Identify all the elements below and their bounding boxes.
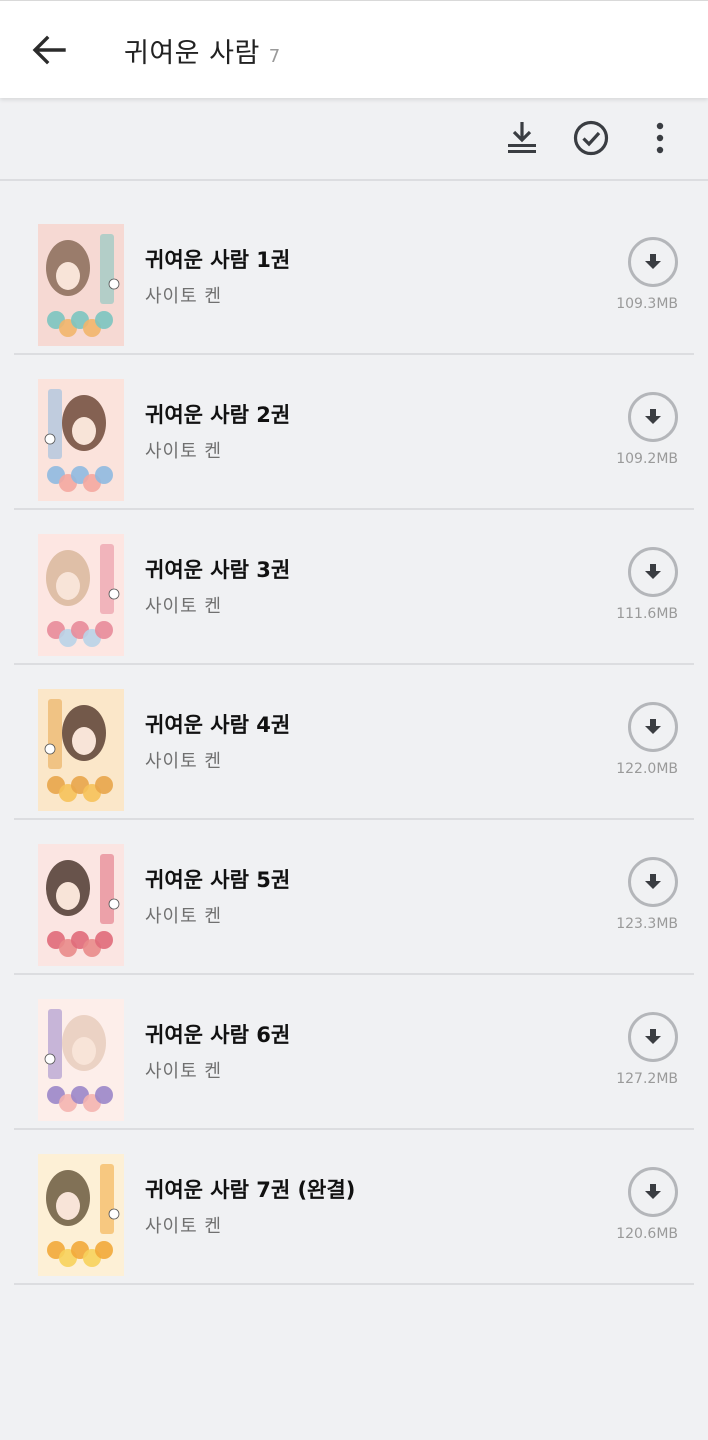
cover-art [38, 379, 124, 501]
cover-volume-badge [44, 1053, 56, 1065]
volume-count: 7 [268, 46, 281, 67]
file-size: 123.3MB [616, 916, 678, 932]
volume-title: 귀여운 사람 3권 [145, 558, 291, 582]
download-button[interactable] [628, 857, 678, 907]
cover-flower-shape [95, 311, 113, 329]
volume-author: 사이토 켄 [145, 441, 222, 462]
list-item[interactable]: 귀여운 사람 6권 사이토 켄 127.2MB [14, 975, 694, 1130]
volume-author: 사이토 켄 [145, 286, 222, 307]
list-item[interactable]: 귀여운 사람 1권 사이토 켄 109.3MB [14, 200, 694, 355]
download-arrow-icon [645, 1029, 661, 1044]
list-item[interactable]: 귀여운 사람 2권 사이토 켄 109.2MB [14, 355, 694, 510]
volume-title: 귀여운 사람 5권 [145, 868, 291, 892]
cover-flower-shape [95, 776, 113, 794]
cover-art [38, 689, 124, 811]
download-button[interactable] [628, 237, 678, 287]
page-title: 귀여운 사람 [124, 38, 260, 69]
download-button[interactable] [628, 392, 678, 442]
file-size: 127.2MB [616, 1071, 678, 1087]
list-item[interactable]: 귀여운 사람 3권 사이토 켄 111.6MB [14, 510, 694, 665]
volume-title: 귀여운 사람 2권 [145, 403, 291, 427]
volume-title: 귀여운 사람 7권 (완결) [145, 1178, 356, 1202]
cover-face-shape [56, 262, 80, 290]
cover-art [38, 844, 124, 966]
cover-volume-badge [108, 898, 120, 910]
volume-list: 귀여운 사람 1권 사이토 켄 109.3MB 귀여운 사람 2권 사이토 켄 … [14, 200, 694, 1285]
volume-author: 사이토 켄 [145, 596, 222, 617]
download-arrow-icon [645, 719, 661, 734]
book-cover [38, 844, 124, 966]
download-all-button[interactable] [500, 116, 544, 160]
download-button[interactable] [628, 702, 678, 752]
cover-title-mark [100, 1164, 114, 1234]
cover-flower-shape [95, 466, 113, 484]
list-item[interactable]: 귀여운 사람 7권 (완결) 사이토 켄 120.6MB [14, 1130, 694, 1285]
select-mode-button[interactable] [569, 116, 613, 160]
file-size: 109.3MB [616, 296, 678, 312]
cover-face-shape [56, 1192, 80, 1220]
action-toolbar [0, 98, 708, 181]
book-cover [38, 1154, 124, 1276]
cover-art [38, 534, 124, 656]
file-size: 111.6MB [616, 606, 678, 622]
cover-volume-badge [44, 743, 56, 755]
book-cover [38, 534, 124, 656]
cover-face-shape [56, 882, 80, 910]
cover-volume-badge [108, 588, 120, 600]
volume-author: 사이토 켄 [145, 1061, 222, 1082]
cover-face-shape [72, 727, 96, 755]
file-size: 122.0MB [616, 761, 678, 777]
list-item[interactable]: 귀여운 사람 5권 사이토 켄 123.3MB [14, 820, 694, 975]
arrow-left-icon [32, 35, 66, 65]
cover-art [38, 999, 124, 1121]
volume-author: 사이토 켄 [145, 1216, 222, 1237]
cover-face-shape [56, 572, 80, 600]
volume-author: 사이토 켄 [145, 906, 222, 927]
file-size: 109.2MB [616, 451, 678, 467]
download-button[interactable] [628, 1012, 678, 1062]
app-bar: 귀여운 사람 7 [0, 0, 708, 98]
cover-flower-shape [95, 1086, 113, 1104]
cover-art [38, 1154, 124, 1276]
cover-title-mark [48, 1009, 62, 1079]
cover-volume-badge [108, 1208, 120, 1220]
cover-title-mark [100, 854, 114, 924]
file-size: 120.6MB [616, 1226, 678, 1242]
download-arrow-icon [645, 409, 661, 424]
book-cover [38, 379, 124, 501]
cover-face-shape [72, 1037, 96, 1065]
check-circle-icon [573, 120, 609, 156]
volume-title: 귀여운 사람 1권 [145, 248, 291, 272]
cover-title-mark [100, 544, 114, 614]
download-button[interactable] [628, 547, 678, 597]
cover-title-mark [48, 699, 62, 769]
list-item[interactable]: 귀여운 사람 4권 사이토 켄 122.0MB [14, 665, 694, 820]
download-arrow-icon [645, 874, 661, 889]
cover-flower-shape [95, 621, 113, 639]
cover-face-shape [72, 417, 96, 445]
more-options-button[interactable] [638, 116, 682, 160]
download-arrow-icon [645, 254, 661, 269]
book-cover [38, 689, 124, 811]
download-all-icon [508, 122, 536, 153]
book-cover [38, 224, 124, 346]
cover-title-mark [48, 389, 62, 459]
volume-title: 귀여운 사람 6권 [145, 1023, 291, 1047]
volume-title: 귀여운 사람 4권 [145, 713, 291, 737]
cover-flower-shape [95, 1241, 113, 1259]
more-vertical-icon [656, 122, 664, 154]
back-button[interactable] [26, 27, 72, 73]
cover-title-mark [100, 234, 114, 304]
cover-volume-badge [44, 433, 56, 445]
cover-flower-shape [95, 931, 113, 949]
book-cover [38, 999, 124, 1121]
download-button[interactable] [628, 1167, 678, 1217]
page-title-group: 귀여운 사람 7 [124, 31, 280, 71]
cover-art [38, 224, 124, 346]
cover-volume-badge [108, 278, 120, 290]
download-arrow-icon [645, 1184, 661, 1199]
download-arrow-icon [645, 564, 661, 579]
volume-author: 사이토 켄 [145, 751, 222, 772]
